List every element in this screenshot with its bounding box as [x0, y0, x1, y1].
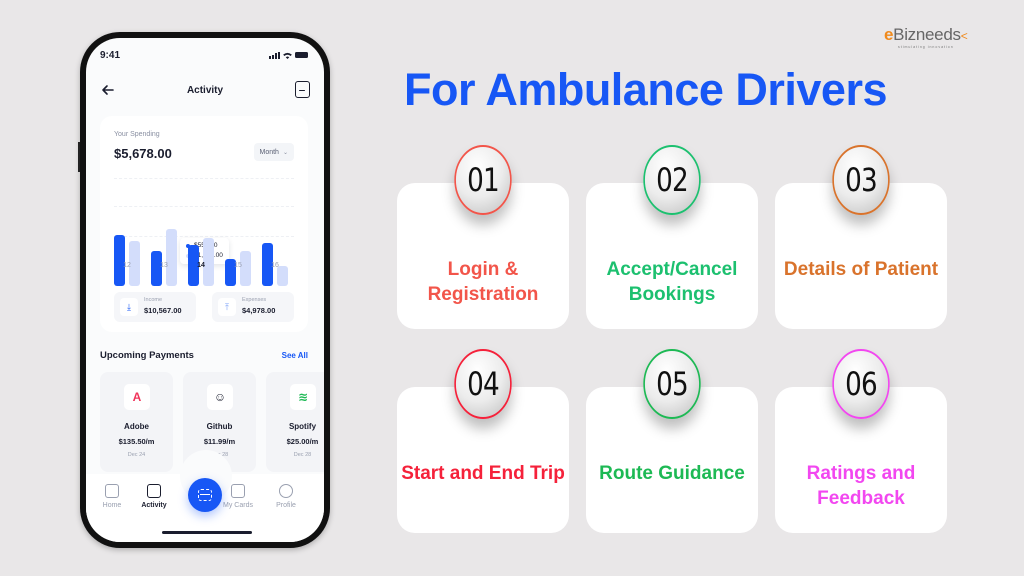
feature-title: Start and End Trip — [401, 463, 565, 484]
grid-line — [114, 178, 294, 179]
wifi-icon — [283, 52, 292, 59]
spotify-icon: ≋ — [290, 384, 316, 410]
chevron-down-icon: ⌄ — [282, 149, 288, 156]
payment-date: Dec 24 — [127, 452, 146, 458]
tab-activity[interactable]: Activity — [134, 484, 174, 509]
feature-title: Route Guidance — [599, 463, 745, 484]
feature-title: Accept/Cancel Bookings — [606, 259, 738, 305]
tab-profile[interactable]: Profile — [266, 484, 306, 509]
app-header: Activity — [86, 78, 324, 102]
scan-button[interactable] — [188, 478, 222, 512]
feature-number-badge: 04 — [454, 349, 512, 419]
activity-icon — [147, 484, 161, 498]
feature-number-badge: 06 — [832, 349, 890, 419]
github-icon: ☺ — [207, 384, 233, 410]
report-icon[interactable] — [295, 81, 310, 98]
stat-value: $10,567.00 — [144, 306, 182, 315]
grid-line — [114, 206, 294, 207]
payment-card[interactable]: A Adobe $135.50/m Dec 24 — [100, 372, 173, 472]
feature-number-badge: 05 — [643, 349, 701, 419]
spending-value: $5,678.00 — [114, 146, 172, 161]
payment-date: Dec 28 — [293, 452, 312, 458]
x-tick-label: 16 — [271, 262, 279, 269]
expenses-stat: ⤒ Expenses $4,978.00 — [212, 292, 294, 322]
card-icon — [231, 484, 245, 498]
phone-screen: 9:41 Activity Your Spending $5,678.00 Mo… — [86, 38, 324, 542]
stat-value: $4,978.00 — [242, 306, 276, 315]
chart-bar[interactable] — [277, 266, 288, 286]
brand-tagline: stimulating innovation — [898, 45, 954, 49]
scan-icon — [198, 489, 212, 501]
feature-title: Login & Registration — [427, 259, 539, 305]
battery-icon — [295, 52, 308, 58]
payment-card[interactable]: ≋ Spotify $25.00/m Dec 28 — [266, 372, 324, 472]
payment-price: $25.00/m — [286, 437, 319, 446]
period-value: Month — [259, 148, 279, 156]
status-bar: 9:41 — [100, 48, 308, 62]
feature-number-badge: 02 — [643, 145, 701, 215]
spending-label: Your Spending — [114, 131, 160, 138]
upload-icon: ⤒ — [218, 298, 236, 316]
profile-icon — [279, 484, 293, 498]
income-stat: ⤓ Income $10,567.00 — [114, 292, 196, 322]
feature-card: 06 Ratings and Feedback — [775, 349, 947, 533]
download-icon: ⤓ — [120, 298, 138, 316]
chart-bar[interactable] — [166, 229, 177, 286]
period-dropdown[interactable]: Month ⌄ — [253, 143, 294, 161]
x-tick-label: 14 — [197, 262, 205, 269]
signal-icon — [269, 51, 280, 59]
stat-label: Expenses — [242, 297, 267, 303]
tab-home[interactable]: Home — [92, 484, 132, 509]
feature-card: 01 Login & Registration — [397, 145, 569, 329]
tab-my-cards[interactable]: My Cards — [218, 484, 258, 509]
x-tick-label: 13 — [160, 262, 168, 269]
chart-bar[interactable] — [114, 234, 125, 286]
phone-mockup: 9:41 Activity Your Spending $5,678.00 Mo… — [78, 32, 330, 548]
feature-card: 03 Details of Patient — [775, 145, 947, 329]
payment-name: Spotify — [288, 422, 317, 431]
brand-logo: eBizneeds< stimulating innovation — [884, 25, 968, 50]
x-tick-label: 12 — [123, 262, 131, 269]
payment-price: $135.50/m — [118, 437, 155, 446]
feature-number-badge: 03 — [832, 145, 890, 215]
see-all-link[interactable]: See All — [282, 351, 308, 360]
stat-label: Income — [144, 297, 163, 303]
status-time: 9:41 — [100, 49, 121, 61]
spending-chart: $557.00 $1,200.00 1213141516 — [100, 176, 308, 286]
home-indicator — [162, 531, 252, 534]
feature-card: 02 Accept/Cancel Bookings — [586, 145, 758, 329]
screen-title: Activity — [186, 84, 224, 96]
payment-name: Adobe — [124, 422, 149, 431]
home-icon — [105, 484, 119, 498]
feature-title: Ratings and Feedback — [806, 463, 916, 509]
feature-number-badge: 01 — [454, 145, 512, 215]
x-tick-label: 15 — [234, 262, 242, 269]
feature-card: 04 Start and End Trip — [397, 349, 569, 533]
arrow-left-icon[interactable] — [100, 82, 116, 98]
page-headline: For Ambulance Drivers — [404, 64, 887, 115]
adobe-icon: A — [124, 384, 150, 410]
payment-price: $11.99/m — [203, 437, 236, 446]
feature-title: Details of Patient — [783, 259, 939, 280]
grid-line — [114, 236, 294, 237]
payment-name: Github — [206, 422, 233, 431]
feature-card: 05 Route Guidance — [586, 349, 758, 533]
spending-card: Your Spending $5,678.00 Month ⌄ $557.00 … — [100, 116, 308, 332]
upcoming-payments-title: Upcoming Payments — [100, 350, 194, 361]
